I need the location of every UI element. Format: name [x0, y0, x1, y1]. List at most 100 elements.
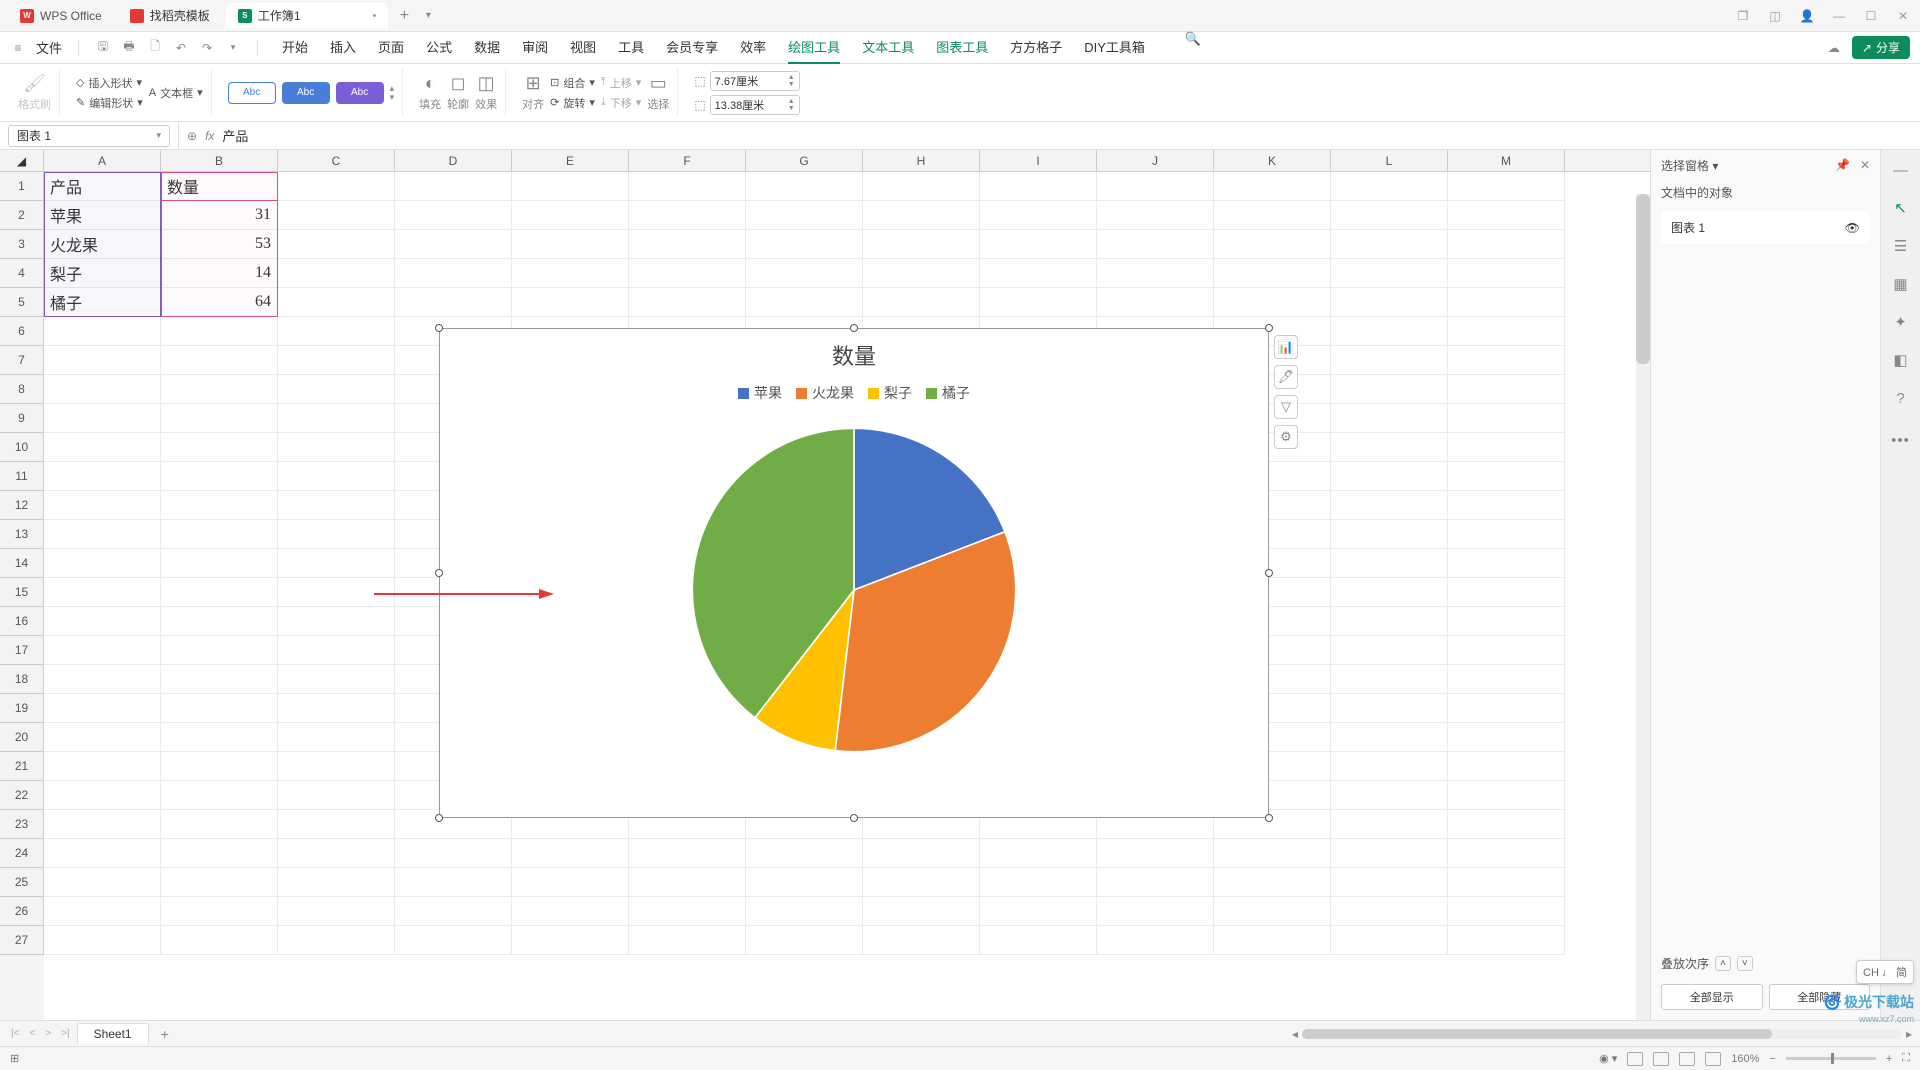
- worksheet-area[interactable]: ◢ A B C D E F G H I J K L M 123456789101…: [0, 150, 1650, 1020]
- cell[interactable]: [161, 636, 278, 665]
- cell[interactable]: [1448, 839, 1565, 868]
- style-preset-3[interactable]: Abc: [336, 82, 384, 104]
- zoom-in-button[interactable]: +: [1886, 1053, 1892, 1065]
- cell[interactable]: [746, 259, 863, 288]
- cell[interactable]: [863, 201, 980, 230]
- tab-data[interactable]: 数据: [474, 31, 500, 64]
- cell[interactable]: [278, 433, 395, 462]
- cell[interactable]: [863, 259, 980, 288]
- cell[interactable]: 苹果: [44, 201, 161, 230]
- cell[interactable]: [161, 462, 278, 491]
- cell[interactable]: [44, 810, 161, 839]
- cell[interactable]: [746, 897, 863, 926]
- cell[interactable]: [278, 607, 395, 636]
- ime-indicator[interactable]: CH ♩ 简: [1856, 960, 1914, 984]
- save-icon[interactable]: 🖫: [95, 40, 111, 56]
- cell[interactable]: [1448, 781, 1565, 810]
- cell[interactable]: 31: [161, 201, 278, 230]
- cell[interactable]: [44, 926, 161, 955]
- cell[interactable]: [1331, 665, 1448, 694]
- cell[interactable]: [44, 868, 161, 897]
- row-header[interactable]: 14: [0, 549, 44, 578]
- rotate-button[interactable]: ⟳旋转 ▾: [550, 95, 595, 111]
- help-icon[interactable]: ?: [1889, 386, 1913, 410]
- cell[interactable]: [395, 839, 512, 868]
- cell[interactable]: [980, 926, 1097, 955]
- tab-member[interactable]: 会员专享: [666, 31, 718, 64]
- row-header[interactable]: 20: [0, 723, 44, 752]
- cell[interactable]: [278, 665, 395, 694]
- row-header[interactable]: 27: [0, 926, 44, 955]
- cell[interactable]: [1448, 172, 1565, 201]
- cell[interactable]: [629, 868, 746, 897]
- row-header[interactable]: 21: [0, 752, 44, 781]
- close-button[interactable]: ✕: [1894, 7, 1912, 25]
- cell[interactable]: [278, 636, 395, 665]
- cell[interactable]: [512, 897, 629, 926]
- cell[interactable]: [1331, 781, 1448, 810]
- cell[interactable]: 数量: [161, 172, 278, 201]
- edit-shape-button[interactable]: ✎编辑形状 ▾: [76, 95, 143, 111]
- tab-text-tools[interactable]: 文本工具: [862, 31, 914, 64]
- cell[interactable]: [1448, 607, 1565, 636]
- zoom-fx-icon[interactable]: ⊕: [187, 129, 197, 143]
- cell[interactable]: [629, 926, 746, 955]
- hamburger-icon[interactable]: ≡: [10, 40, 26, 56]
- cell[interactable]: [161, 781, 278, 810]
- cell[interactable]: [1448, 926, 1565, 955]
- cell[interactable]: 14: [161, 259, 278, 288]
- row-header[interactable]: 16: [0, 607, 44, 636]
- col-header[interactable]: M: [1448, 150, 1565, 171]
- cell[interactable]: [980, 839, 1097, 868]
- cell[interactable]: [1448, 868, 1565, 897]
- file-menu[interactable]: 文件: [36, 38, 62, 57]
- text-box-button[interactable]: A文本框 ▾: [149, 85, 203, 101]
- cell[interactable]: [512, 926, 629, 955]
- cell[interactable]: [629, 230, 746, 259]
- formula-input[interactable]: 产品: [222, 126, 248, 145]
- col-header[interactable]: H: [863, 150, 980, 171]
- zoom-slider[interactable]: [1786, 1057, 1876, 1060]
- cell[interactable]: [1448, 317, 1565, 346]
- col-header[interactable]: L: [1331, 150, 1448, 171]
- cell[interactable]: [1448, 404, 1565, 433]
- gallery-icon[interactable]: ▦: [1889, 272, 1913, 296]
- tab-chart-tools[interactable]: 图表工具: [936, 31, 988, 64]
- tab-templates[interactable]: 找稻壳模板: [118, 3, 222, 29]
- cell[interactable]: [1331, 549, 1448, 578]
- cell[interactable]: [746, 868, 863, 897]
- scroll-thumb[interactable]: [1636, 194, 1650, 364]
- tab-insert[interactable]: 插入: [330, 31, 356, 64]
- cell[interactable]: [512, 288, 629, 317]
- chart-filters-button[interactable]: ▽: [1274, 395, 1298, 419]
- resize-handle[interactable]: [1265, 814, 1273, 822]
- group-button[interactable]: ⊡组合 ▾: [550, 75, 595, 91]
- cell[interactable]: [1448, 549, 1565, 578]
- cell[interactable]: [980, 230, 1097, 259]
- cell[interactable]: [512, 868, 629, 897]
- cell[interactable]: [278, 259, 395, 288]
- cell[interactable]: [1448, 810, 1565, 839]
- row-header[interactable]: 26: [0, 897, 44, 926]
- cell[interactable]: [863, 288, 980, 317]
- style-preset-2[interactable]: Abc: [282, 82, 330, 104]
- cell[interactable]: [278, 520, 395, 549]
- resize-handle[interactable]: [850, 814, 858, 822]
- cell[interactable]: [512, 839, 629, 868]
- chart-styles-button[interactable]: 🖊: [1274, 365, 1298, 389]
- cell[interactable]: [161, 404, 278, 433]
- cell[interactable]: [1214, 201, 1331, 230]
- resize-handle[interactable]: [435, 324, 443, 332]
- cell[interactable]: [512, 201, 629, 230]
- cell[interactable]: [512, 172, 629, 201]
- cell[interactable]: [1331, 288, 1448, 317]
- cell[interactable]: [278, 694, 395, 723]
- cell[interactable]: [161, 607, 278, 636]
- cell[interactable]: [1097, 926, 1214, 955]
- cell[interactable]: [395, 172, 512, 201]
- cell[interactable]: [161, 752, 278, 781]
- sheet-nav-first[interactable]: |<: [8, 1028, 22, 1039]
- sheet-tab-sheet1[interactable]: Sheet1: [77, 1023, 149, 1044]
- zoom-out-button[interactable]: −: [1769, 1053, 1775, 1065]
- tab-workbook[interactable]: S 工作簿1 •: [226, 3, 389, 29]
